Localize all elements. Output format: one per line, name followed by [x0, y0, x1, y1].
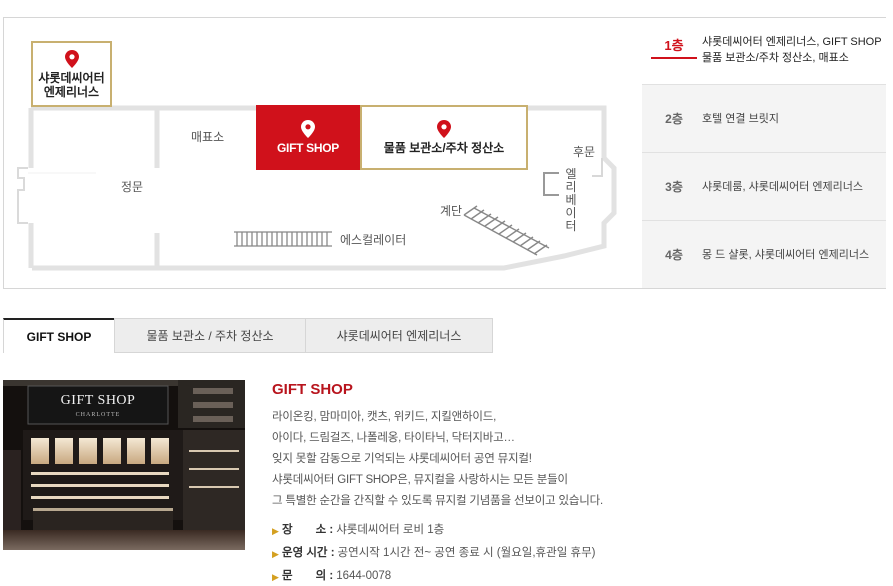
elevator-label: 엘리베이터: [565, 167, 577, 233]
gift-shop-details: GIFT SHOP 라이온킹, 맘마미아, 캣츠, 위키드, 지킬앤하이드, 아…: [272, 380, 882, 586]
floor-description-line: 물품 보관소/주차 정산소, 매표소: [702, 52, 849, 64]
detail-description: 라이온킹, 맘마미아, 캣츠, 위키드, 지킬앤하이드, 아이다, 드림걸즈, …: [272, 407, 882, 512]
gift-shop-room[interactable]: GIFT SHOP: [256, 105, 360, 170]
photo-sign-subtext: CHARLOTTE: [75, 412, 121, 418]
description-line: 잊지 못할 감동으로 기억되는 샤롯데씨어터 공연 뮤지컬!: [272, 453, 532, 465]
floor-number: 1층: [651, 35, 697, 59]
stairs-label: 계단: [440, 204, 463, 218]
info-contact: ▶ 문 의 : 1644-0078: [272, 565, 882, 586]
location-pin-icon: [64, 49, 79, 68]
floor-number: 2층: [665, 112, 683, 126]
ticket-office-label: 매표소: [191, 130, 225, 144]
photo-sign-text: GIFT SHOP: [60, 393, 136, 408]
info-key: 운영 시간 :: [282, 547, 335, 559]
description-line: 라이온킹, 맘마미아, 캣츠, 위키드, 지킬앤하이드,: [272, 411, 497, 423]
angelinus-room[interactable]: 샤롯데씨어터 엔제리너스: [31, 41, 112, 107]
floor-item-1[interactable]: 1층 샤롯데씨어터 엔제리너스, GIFT SHOP 물품 보관소/주차 정산소…: [642, 18, 886, 84]
detail-info-list: ▶ 장 소 : 샤롯데씨어터 로비 1층 ▶ 운영 시간 : 공연시작 1시간 …: [272, 519, 882, 586]
triangle-bullet-icon: ▶: [272, 526, 279, 536]
storage-parking-room[interactable]: 물품 보관소/주차 정산소: [360, 105, 528, 170]
triangle-bullet-icon: ▶: [272, 572, 279, 582]
info-value: 샤롯데씨어터 로비 1층: [336, 524, 445, 536]
info-value: 1644-0078: [336, 570, 392, 582]
stairs-graphic: [463, 205, 550, 256]
floor-number: 3층: [665, 180, 683, 194]
floor-description: 샤롯데씨어터 엔제리너스, GIFT SHOP 물품 보관소/주차 정산소, 매…: [702, 34, 882, 66]
description-line: 그 특별한 순간을 간직할 수 있도록 뮤지컬 기념품을 선보이고 있습니다.: [272, 495, 603, 507]
back-gate-label: 후문: [573, 145, 596, 159]
tab-angelinus[interactable]: 샤롯데씨어터 엔제리너스: [305, 318, 493, 353]
location-pin-icon: [437, 120, 451, 138]
info-value: 공연시작 1시간 전~ 공연 종료 시 (월요일,휴관일 휴무): [337, 547, 596, 559]
facility-tabs: GIFT SHOP 물품 보관소 / 주차 정산소 샤롯데씨어터 엔제리너스: [3, 318, 493, 353]
floor-item-3[interactable]: 3층 샤롯데룸, 샤롯데씨어터 엔제리너스: [642, 152, 886, 220]
floor-list: 1층 샤롯데씨어터 엔제리너스, GIFT SHOP 물품 보관소/주차 정산소…: [642, 18, 886, 288]
storage-parking-room-label: 물품 보관소/주차 정산소: [383, 141, 505, 155]
gift-shop-room-label: GIFT SHOP: [277, 141, 339, 155]
entrance-label: 정문: [121, 180, 144, 194]
info-key: 문 의 :: [282, 570, 334, 582]
floor-description: 호텔 연결 브릿지: [702, 112, 779, 125]
info-location: ▶ 장 소 : 샤롯데씨어터 로비 1층: [272, 519, 882, 542]
triangle-bullet-icon: ▶: [272, 549, 279, 559]
angelinus-room-label-line2: 엔제리너스: [43, 84, 100, 99]
escalator-label: 에스컬레이터: [340, 233, 407, 247]
info-key: 장 소 :: [282, 524, 334, 536]
escalator-graphic: [234, 231, 332, 247]
tab-storage-parking[interactable]: 물품 보관소 / 주차 정산소: [114, 318, 306, 353]
floor-item-4[interactable]: 4층 몽 드 샬롯, 샤롯데씨어터 엔제리너스: [642, 220, 886, 288]
description-line: 샤롯데씨어터 GIFT SHOP은, 뮤지컬을 사랑하시는 모든 분들이: [272, 474, 568, 486]
floor-description-line: 샤롯데씨어터 엔제리너스, GIFT SHOP: [702, 36, 882, 48]
floor-item-2[interactable]: 2층 호텔 연결 브릿지: [642, 84, 886, 152]
description-line: 아이다, 드림걸즈, 나폴레옹, 타이타닉, 닥터지바고…: [272, 432, 515, 444]
tab-gift-shop[interactable]: GIFT SHOP: [3, 318, 115, 353]
floor-description: 몽 드 샬롯, 샤롯데씨어터 엔제리너스: [702, 248, 870, 261]
detail-title: GIFT SHOP: [272, 381, 353, 398]
angelinus-room-label-line1: 샤롯데씨어터: [38, 70, 105, 85]
floor-description: 샤롯데룸, 샤롯데씨어터 엔제리너스: [702, 180, 863, 193]
floor-number: 4층: [665, 248, 683, 262]
gift-shop-photo: GIFT SHOP CHARLOTTE: [3, 380, 245, 550]
location-pin-icon: [301, 120, 315, 138]
info-hours: ▶ 운영 시간 : 공연시작 1시간 전~ 공연 종료 시 (월요일,휴관일 휴…: [272, 542, 882, 565]
floor-map-panel: 정문 매표소 후문 엘리베이터 계단 에스컬레이터 샤롯데씨어터 엔제리너스 G…: [3, 17, 886, 289]
